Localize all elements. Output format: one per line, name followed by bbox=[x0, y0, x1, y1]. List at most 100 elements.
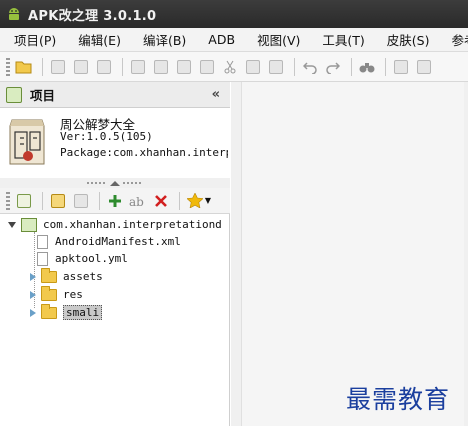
clean-button[interactable] bbox=[71, 57, 91, 77]
tree-root-label: com.xhanhan.interpretationd bbox=[43, 218, 222, 231]
splitter-grip bbox=[123, 182, 143, 184]
tree-item-label: AndroidManifest.xml bbox=[55, 235, 181, 248]
delete-icon bbox=[269, 59, 283, 74]
split-icon bbox=[417, 59, 431, 74]
find-button[interactable] bbox=[357, 57, 377, 77]
rename-button[interactable]: ab bbox=[128, 191, 148, 211]
menu-view[interactable]: 视图(V) bbox=[257, 30, 300, 49]
cut-button[interactable] bbox=[220, 57, 240, 77]
window-icon bbox=[394, 59, 408, 74]
window-button[interactable] bbox=[391, 57, 411, 77]
menu-edit[interactable]: 编辑(E) bbox=[78, 30, 121, 49]
tree-folder-smali[interactable]: smali bbox=[30, 303, 103, 321]
save-button[interactable] bbox=[128, 57, 148, 77]
menu-build[interactable]: 编译(B) bbox=[143, 30, 186, 49]
project-icon bbox=[6, 86, 22, 103]
project-icon bbox=[21, 217, 37, 232]
paste-icon bbox=[246, 59, 260, 74]
tree-root-node[interactable]: com.xhanhan.interpretationd bbox=[8, 216, 222, 233]
expand-toggle-icon[interactable] bbox=[30, 308, 36, 317]
app-package: Package:com.xhanhan.interpretationdream bbox=[60, 146, 228, 159]
file-icon bbox=[37, 234, 48, 249]
folder-icon bbox=[41, 285, 57, 301]
toolbar-separator bbox=[99, 191, 100, 210]
refresh-button[interactable] bbox=[14, 191, 34, 211]
toolbar-separator bbox=[42, 57, 43, 76]
project-panel-title: 项目 bbox=[30, 88, 56, 103]
tree-file-apktool[interactable]: apktool.yml bbox=[37, 250, 128, 267]
menu-bar: 项目(P) 编辑(E) 编译(B) ADB 视图(V) 工具(T) 皮肤(S) … bbox=[0, 28, 468, 52]
undo-button[interactable] bbox=[300, 57, 320, 77]
window-title: APK改之理 3.0.1.0 bbox=[28, 8, 157, 24]
collapse-panel-button[interactable]: « bbox=[212, 87, 220, 102]
toolbar-separator bbox=[385, 57, 386, 76]
menu-skin[interactable]: 皮肤(S) bbox=[387, 30, 430, 49]
add-icon bbox=[109, 194, 121, 207]
rename-icon: ab bbox=[129, 195, 144, 208]
open-folder-button[interactable] bbox=[14, 57, 34, 77]
expand-toggle-icon[interactable] bbox=[30, 290, 36, 299]
collapse-all-icon bbox=[74, 193, 88, 208]
delete-node-button[interactable] bbox=[151, 191, 171, 211]
delete-button[interactable] bbox=[266, 57, 286, 77]
app-version: Ver:1.0.5(105) bbox=[60, 130, 153, 143]
svg-text:ab: ab bbox=[129, 195, 144, 208]
collapse-up-icon[interactable] bbox=[110, 180, 120, 186]
favorites-button[interactable]: ▼ bbox=[185, 191, 213, 211]
open-icon bbox=[51, 193, 65, 208]
menu-reference[interactable]: 参考( bbox=[451, 30, 468, 49]
tree-item-label-selected: smali bbox=[63, 305, 103, 320]
redo-button[interactable] bbox=[323, 57, 343, 77]
build-button[interactable] bbox=[48, 57, 68, 77]
binoculars-icon bbox=[359, 62, 375, 72]
copy-button[interactable] bbox=[197, 57, 217, 77]
menu-tools[interactable]: 工具(T) bbox=[322, 30, 364, 49]
install-button[interactable] bbox=[94, 57, 114, 77]
save-icon bbox=[131, 59, 145, 74]
folder-icon bbox=[41, 303, 57, 319]
toolbar-separator bbox=[122, 57, 123, 76]
toolbar-separator bbox=[42, 191, 43, 210]
file-icon bbox=[37, 251, 48, 266]
editor-area bbox=[231, 82, 468, 426]
panel-splitter[interactable] bbox=[0, 178, 230, 188]
watermark-text: 最需教育 bbox=[346, 385, 451, 414]
scissors-icon bbox=[224, 60, 236, 73]
toolbar-separator bbox=[294, 57, 295, 76]
splitter-grip bbox=[87, 182, 107, 184]
android-logo-icon bbox=[9, 8, 19, 20]
refresh-icon bbox=[17, 193, 31, 208]
main-toolbar bbox=[0, 52, 468, 82]
copy-icon bbox=[200, 59, 214, 74]
toolbar-grip[interactable] bbox=[6, 57, 10, 76]
chevron-down-icon: ▼ bbox=[204, 196, 212, 205]
tree-folder-assets[interactable]: assets bbox=[30, 267, 103, 285]
title-bar: APK改之理 3.0.1.0 bbox=[0, 0, 468, 28]
save-all-icon bbox=[154, 59, 168, 74]
menu-project[interactable]: 项目(P) bbox=[14, 30, 56, 49]
install-icon bbox=[97, 59, 111, 74]
paste-button[interactable] bbox=[243, 57, 263, 77]
expand-toggle-icon[interactable] bbox=[8, 221, 16, 228]
tree-file-manifest[interactable]: AndroidManifest.xml bbox=[37, 233, 181, 250]
toolbar-separator bbox=[351, 57, 352, 76]
star-icon bbox=[186, 193, 203, 208]
toolbar-separator bbox=[179, 191, 180, 210]
split-button[interactable] bbox=[414, 57, 434, 77]
save-all-button[interactable] bbox=[151, 57, 171, 77]
collapse-all-button[interactable] bbox=[71, 191, 91, 211]
project-panel: 项目 « 周公解梦大全 Ver:1.0.5(105) Package:com.x… bbox=[0, 82, 230, 426]
toolbar-grip[interactable] bbox=[6, 191, 10, 210]
add-button[interactable] bbox=[105, 191, 125, 211]
delete-x-icon bbox=[155, 194, 167, 207]
open-folder-icon bbox=[15, 61, 32, 73]
project-panel-header: 项目 « bbox=[0, 82, 230, 108]
open-button[interactable] bbox=[48, 191, 68, 211]
expand-toggle-icon[interactable] bbox=[30, 272, 36, 281]
close-file-button[interactable] bbox=[174, 57, 194, 77]
tree-toolbar: ab ▼ bbox=[0, 188, 230, 214]
tree-folder-res[interactable]: res bbox=[30, 285, 83, 303]
editor-pane bbox=[241, 82, 464, 426]
redo-icon bbox=[326, 61, 340, 74]
menu-adb[interactable]: ADB bbox=[208, 32, 235, 47]
